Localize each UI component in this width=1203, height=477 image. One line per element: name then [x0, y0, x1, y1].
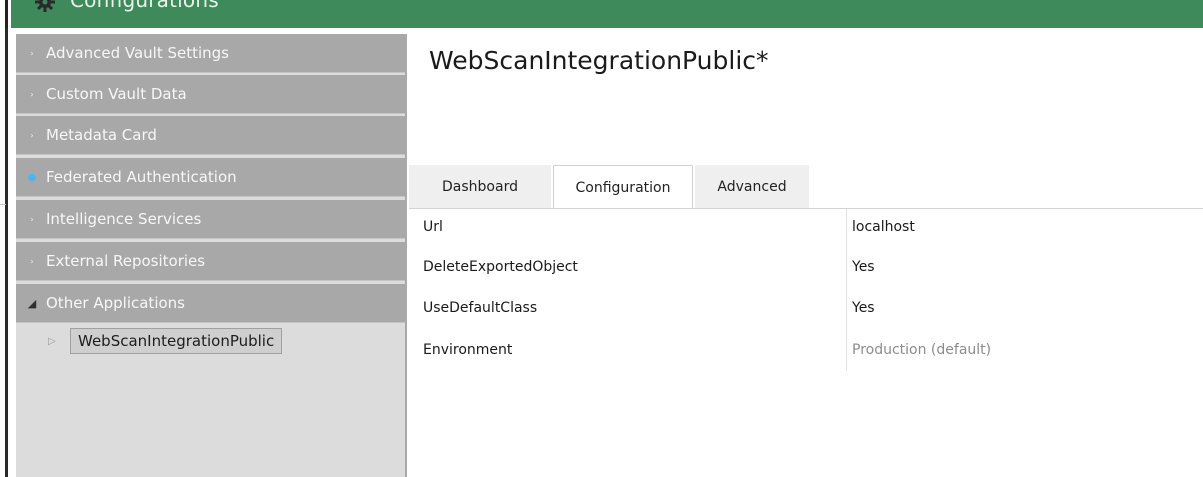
sidebar-item-custom-vault-data[interactable]: › Custom Vault Data	[16, 75, 405, 114]
sidebar-item-label: External Repositories	[46, 252, 206, 270]
tab-configuration[interactable]: Configuration	[553, 165, 693, 209]
tree-item-label[interactable]: WebScanIntegrationPublic	[70, 328, 283, 354]
window-edge	[0, 0, 11, 28]
property-value-field[interactable]: Production (default)	[852, 342, 991, 358]
gear-icon	[35, 0, 55, 12]
sidebar-item-label: Federated Authentication	[46, 168, 237, 186]
tab-advanced[interactable]: Advanced	[695, 165, 809, 208]
window-frame	[5, 28, 8, 477]
property-value-field[interactable]: localhost	[852, 219, 915, 235]
property-value-field[interactable]: Yes	[852, 259, 875, 275]
expand-arrow-icon[interactable]: ›	[22, 257, 42, 266]
property-row-url: Url localhost	[409, 209, 1203, 247]
column-divider	[846, 209, 847, 371]
property-key: Environment	[423, 342, 513, 358]
sidebar: › Advanced Vault Settings › Custom Vault…	[16, 34, 407, 477]
expand-arrow-icon[interactable]: ›	[22, 49, 42, 58]
tab-dashboard[interactable]: Dashboard	[409, 165, 551, 208]
sidebar-item-federated-authentication[interactable]: ● Federated Authentication	[16, 158, 405, 197]
property-key: DeleteExportedObject	[423, 259, 578, 275]
status-dot-icon[interactable]: ●	[22, 172, 42, 183]
sidebar-item-label: Custom Vault Data	[46, 85, 187, 103]
splitter-stub	[0, 204, 6, 205]
sidebar-item-label: Advanced Vault Settings	[46, 44, 229, 62]
expand-arrow-icon[interactable]: ›	[22, 131, 42, 140]
sidebar-item-other-applications[interactable]: ◢ Other Applications	[16, 284, 405, 323]
sidebar-item-label: Metadata Card	[46, 126, 157, 144]
expand-arrow-icon[interactable]: ›	[22, 215, 42, 224]
property-row-environment: Environment Production (default)	[409, 332, 1203, 370]
window-title: Configurations	[70, 0, 219, 12]
sidebar-item-label: Intelligence Services	[46, 210, 202, 228]
page-title: WebScanIntegrationPublic*	[429, 46, 769, 75]
property-key: UseDefaultClass	[423, 300, 538, 316]
property-row-deleteexportedobject: DeleteExportedObject Yes	[409, 249, 1203, 287]
sidebar-item-label: Other Applications	[46, 294, 185, 312]
tree-item-webscanintegrationpublic[interactable]: ▷ WebScanIntegrationPublic	[16, 326, 405, 356]
sidebar-item-intelligence-services[interactable]: › Intelligence Services	[16, 200, 405, 239]
property-key: Url	[423, 219, 443, 235]
collapse-arrow-icon[interactable]: ◢	[22, 297, 42, 310]
sidebar-item-metadata-card[interactable]: › Metadata Card	[16, 116, 405, 155]
tree-expand-icon[interactable]: ▷	[48, 336, 62, 347]
sidebar-item-advanced-vault-settings[interactable]: › Advanced Vault Settings	[16, 34, 405, 73]
property-row-usedefaultclass: UseDefaultClass Yes	[409, 290, 1203, 328]
property-value-field[interactable]: Yes	[852, 300, 875, 316]
expand-arrow-icon[interactable]: ›	[22, 90, 42, 99]
sidebar-item-external-repositories[interactable]: › External Repositories	[16, 242, 405, 281]
title-bar: Configurations	[0, 0, 1203, 28]
